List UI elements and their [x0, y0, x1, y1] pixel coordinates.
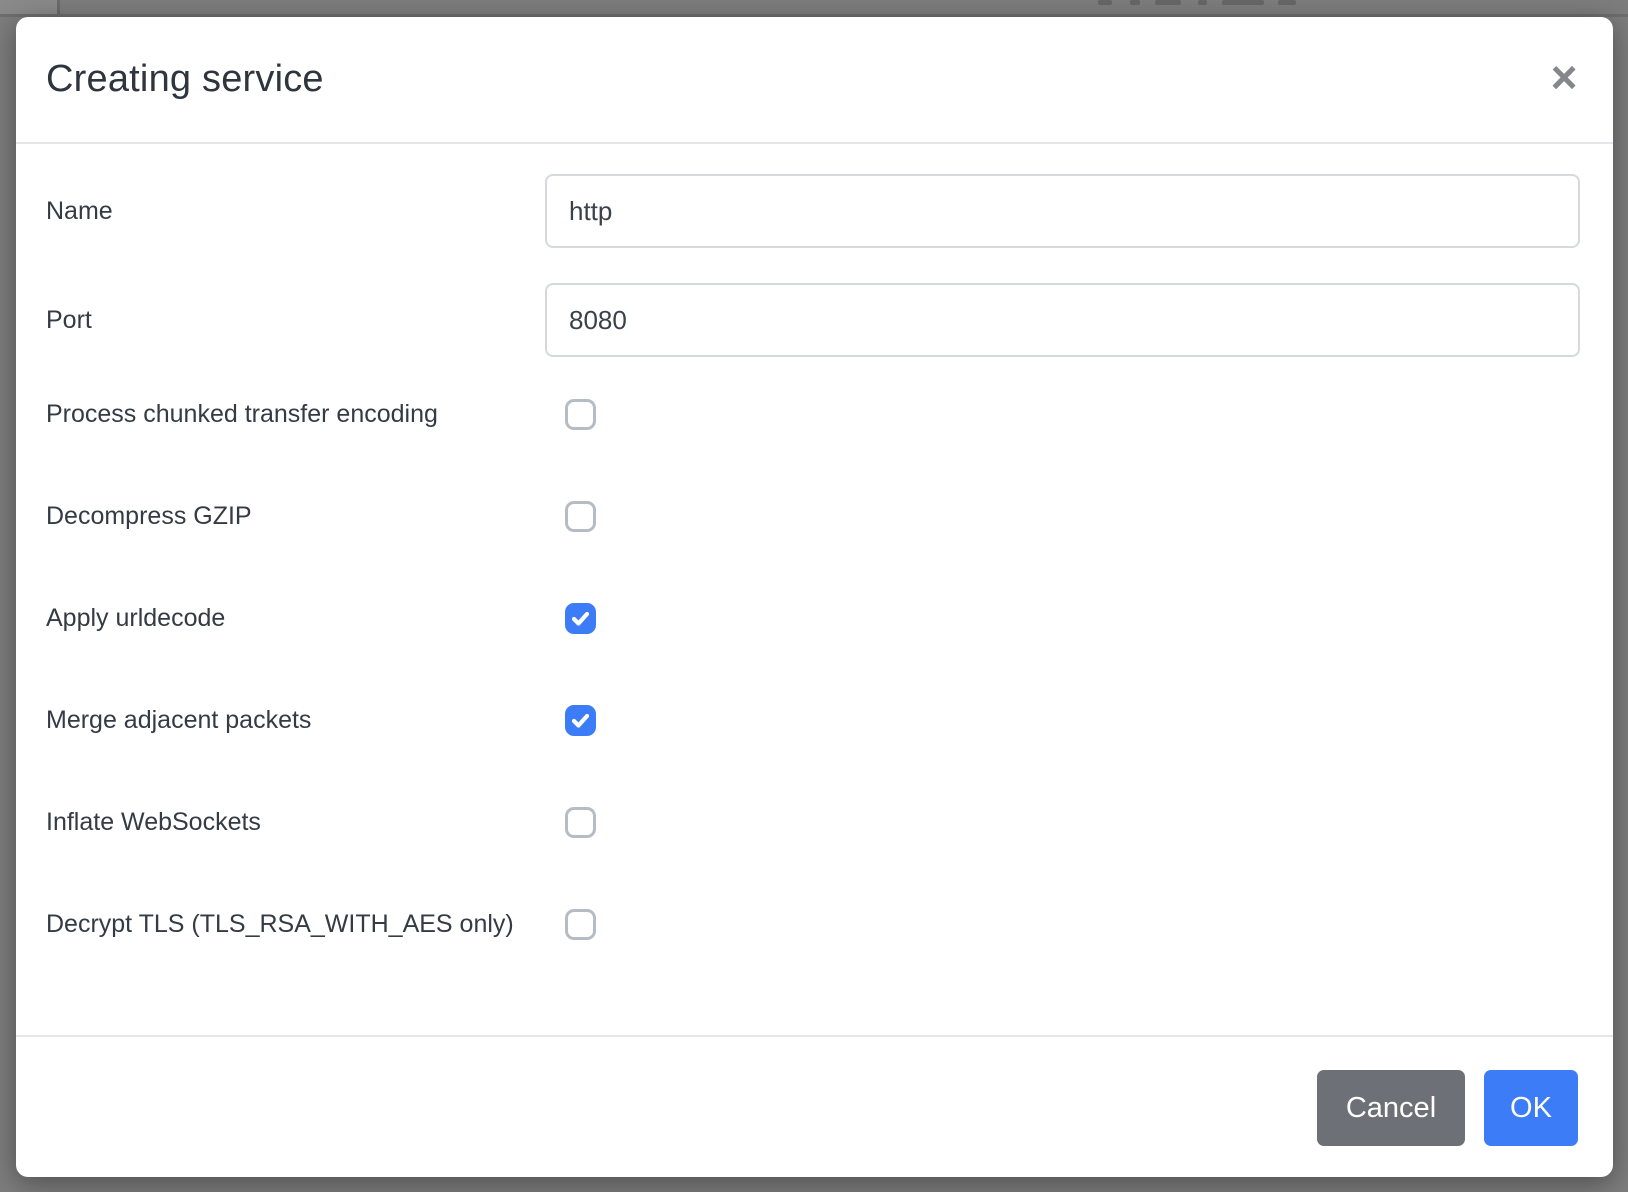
decompress-gzip-label: Decompress GZIP	[46, 502, 565, 531]
apply-urldecode-label: Apply urldecode	[46, 604, 565, 633]
background-page-remnant	[0, 0, 57, 14]
process-chunked-label: Process chunked transfer encoding	[46, 400, 565, 429]
merge-adjacent-packets-checkbox[interactable]	[565, 705, 596, 736]
header-divider	[16, 142, 1613, 144]
checkbox-row: Decompress GZIP	[46, 501, 1580, 532]
checkbox-row: Decrypt TLS (TLS_RSA_WITH_AES only)	[46, 909, 1580, 940]
checkbox-row: Merge adjacent packets	[46, 705, 1580, 736]
name-field-row: Name	[46, 174, 1580, 248]
background-page-remnant	[1130, 0, 1140, 5]
creating-service-dialog: Creating service × Name Port Process chu…	[16, 17, 1613, 1177]
check-icon	[570, 710, 591, 731]
dialog-header: Creating service	[16, 17, 1613, 142]
process-chunked-checkbox[interactable]	[565, 399, 596, 430]
checkbox-row: Process chunked transfer encoding	[46, 399, 1580, 430]
dialog-footer-buttons: Cancel OK	[1317, 1070, 1578, 1146]
background-page-divider	[57, 0, 60, 14]
apply-urldecode-checkbox[interactable]	[565, 603, 596, 634]
close-icon: ×	[1551, 54, 1578, 100]
dialog-title: Creating service	[46, 58, 324, 101]
background-page-remnant	[1155, 0, 1181, 5]
checkbox-row: Apply urldecode	[46, 603, 1580, 634]
ok-button[interactable]: OK	[1484, 1070, 1578, 1146]
close-button[interactable]: ×	[1542, 55, 1586, 99]
port-label: Port	[46, 306, 545, 335]
merge-adjacent-packets-label: Merge adjacent packets	[46, 706, 565, 735]
name-label: Name	[46, 197, 545, 226]
decompress-gzip-checkbox[interactable]	[565, 501, 596, 532]
cancel-button[interactable]: Cancel	[1317, 1070, 1465, 1146]
port-input[interactable]	[545, 283, 1580, 357]
inflate-websockets-checkbox[interactable]	[565, 807, 596, 838]
checkbox-row: Inflate WebSockets	[46, 807, 1580, 838]
background-page-remnant	[1278, 0, 1296, 5]
background-page-remnant	[1098, 0, 1112, 5]
inflate-websockets-label: Inflate WebSockets	[46, 808, 565, 837]
port-field-row: Port	[46, 283, 1580, 357]
background-page-remnant	[1198, 0, 1207, 5]
decrypt-tls-checkbox[interactable]	[565, 909, 596, 940]
footer-divider	[16, 1035, 1613, 1037]
background-page-remnant	[1222, 0, 1264, 5]
decrypt-tls-label: Decrypt TLS (TLS_RSA_WITH_AES only)	[46, 910, 565, 939]
check-icon	[570, 608, 591, 629]
name-input[interactable]	[545, 174, 1580, 248]
